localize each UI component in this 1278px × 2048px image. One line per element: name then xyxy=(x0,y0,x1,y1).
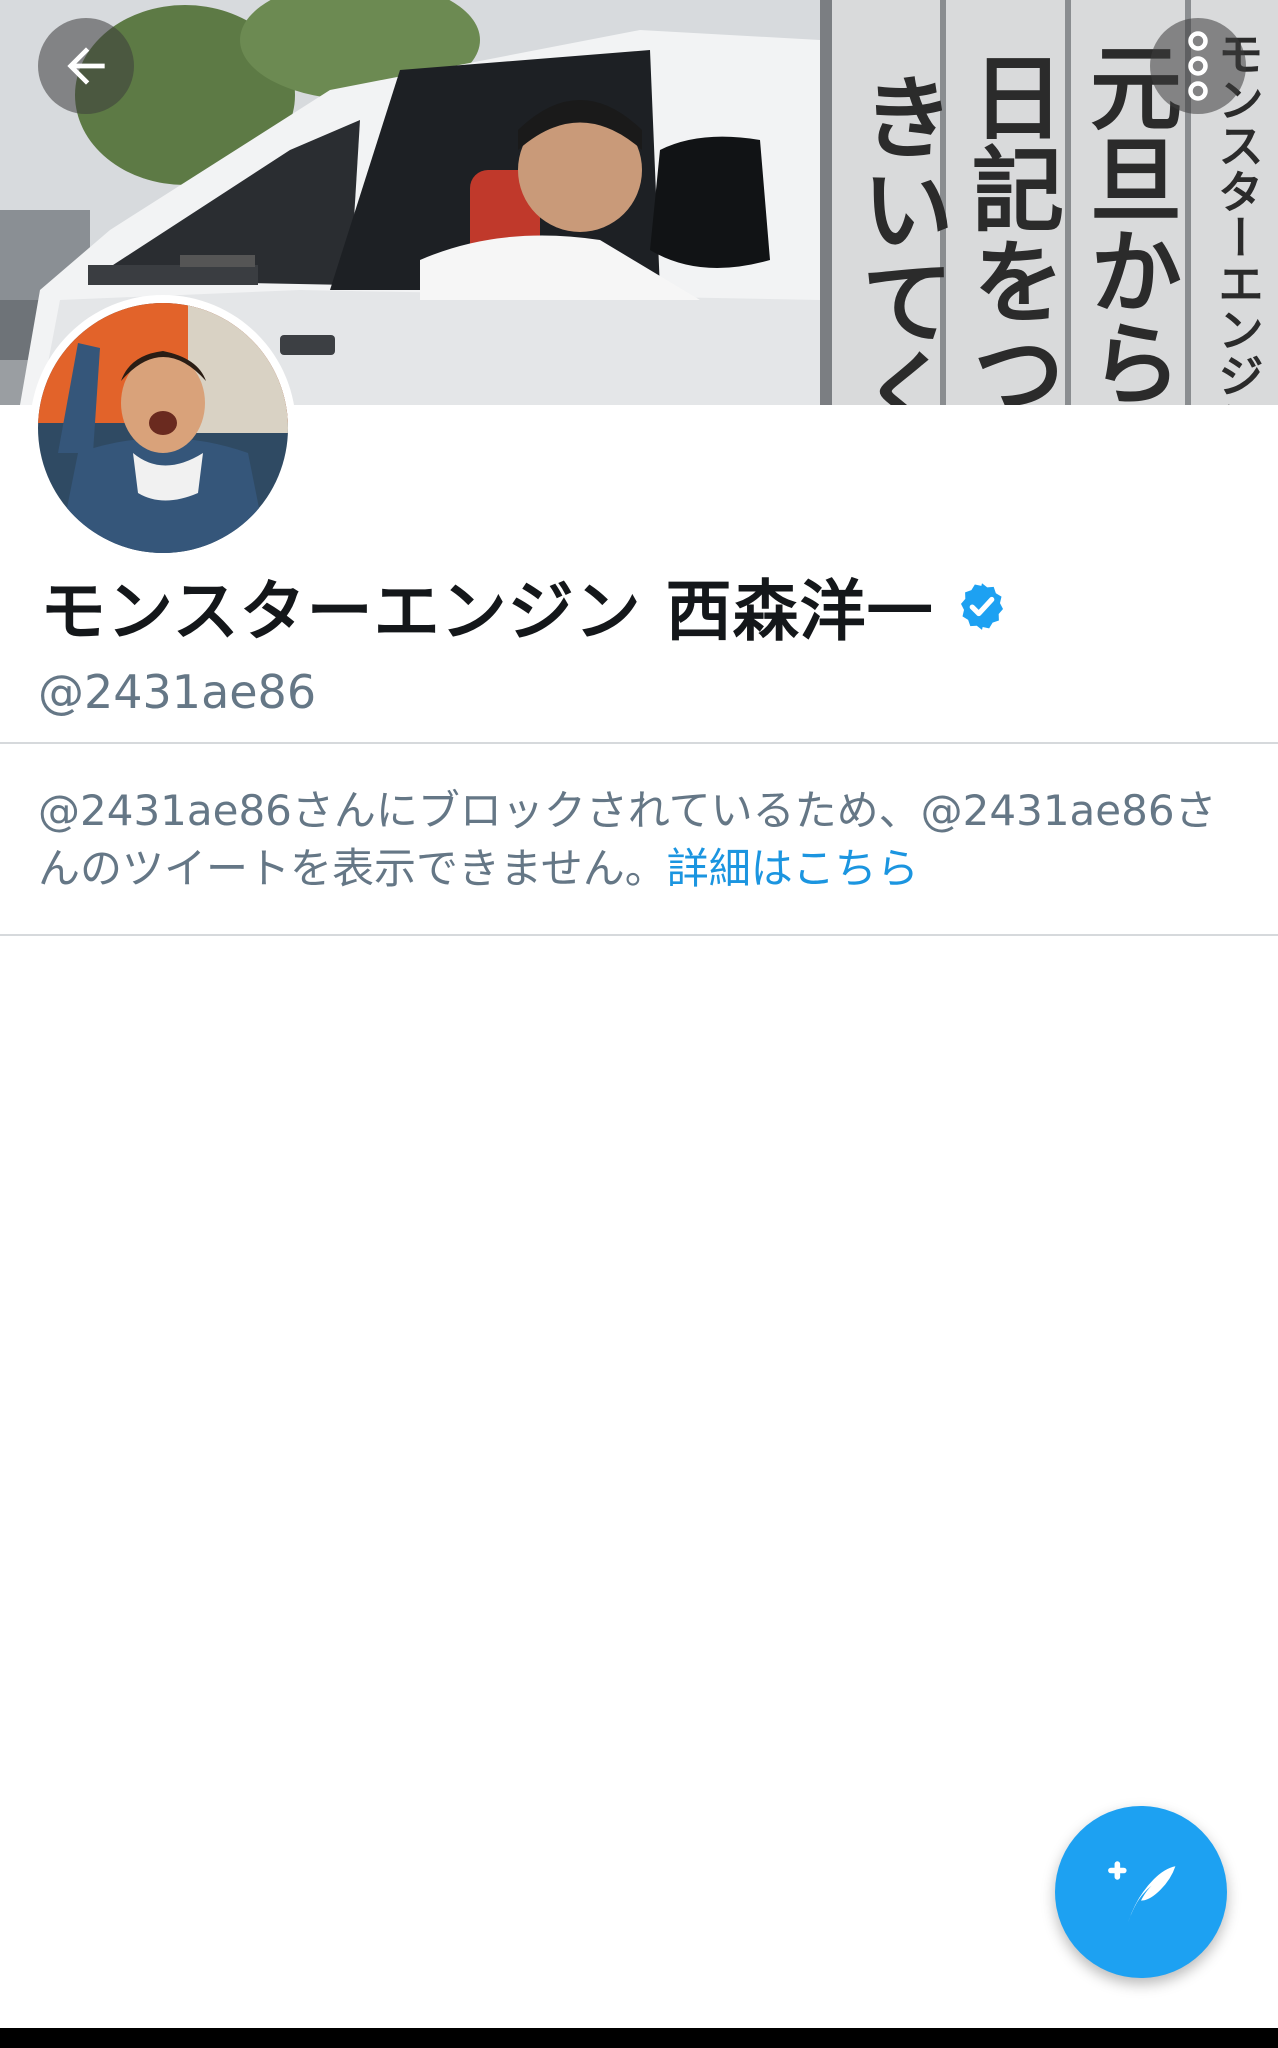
system-nav-bar xyxy=(0,2028,1278,2048)
compose-tweet-button[interactable] xyxy=(1055,1806,1227,1978)
banner-text-4: きいてくだ xyxy=(847,70,954,405)
more-options-button[interactable] xyxy=(1150,18,1246,114)
learn-more-link[interactable]: 詳細はこちら xyxy=(667,844,919,893)
divider xyxy=(0,934,1278,936)
more-dots-icon xyxy=(1188,31,1208,101)
profile-page: きいてくだ 日記をつけ 元旦から モンスターエンジン西森 モンスターエンジン 西… xyxy=(0,0,1278,2048)
profile-name-row: モンスターエンジン 西森洋一 xyxy=(40,563,1008,650)
profile-handle: @2431ae86 xyxy=(38,665,317,719)
divider xyxy=(0,742,1278,744)
avatar-image xyxy=(38,303,288,553)
banner-text-3: 日記をつけ xyxy=(957,50,1064,405)
compose-tweet-icon xyxy=(1108,1861,1176,1923)
blocked-notice-text: @2431ae86さんにブロックされているため、@2431ae86さんのツイート… xyxy=(38,786,1217,893)
back-button[interactable] xyxy=(38,18,134,114)
arrow-left-icon xyxy=(67,47,105,85)
verified-badge-icon xyxy=(960,583,1003,630)
avatar[interactable] xyxy=(30,295,296,561)
blocked-notice: @2431ae86さんにブロックされているため、@2431ae86さんのツイート… xyxy=(38,782,1238,898)
display-name: モンスターエンジン 西森洋一 xyxy=(40,573,934,650)
